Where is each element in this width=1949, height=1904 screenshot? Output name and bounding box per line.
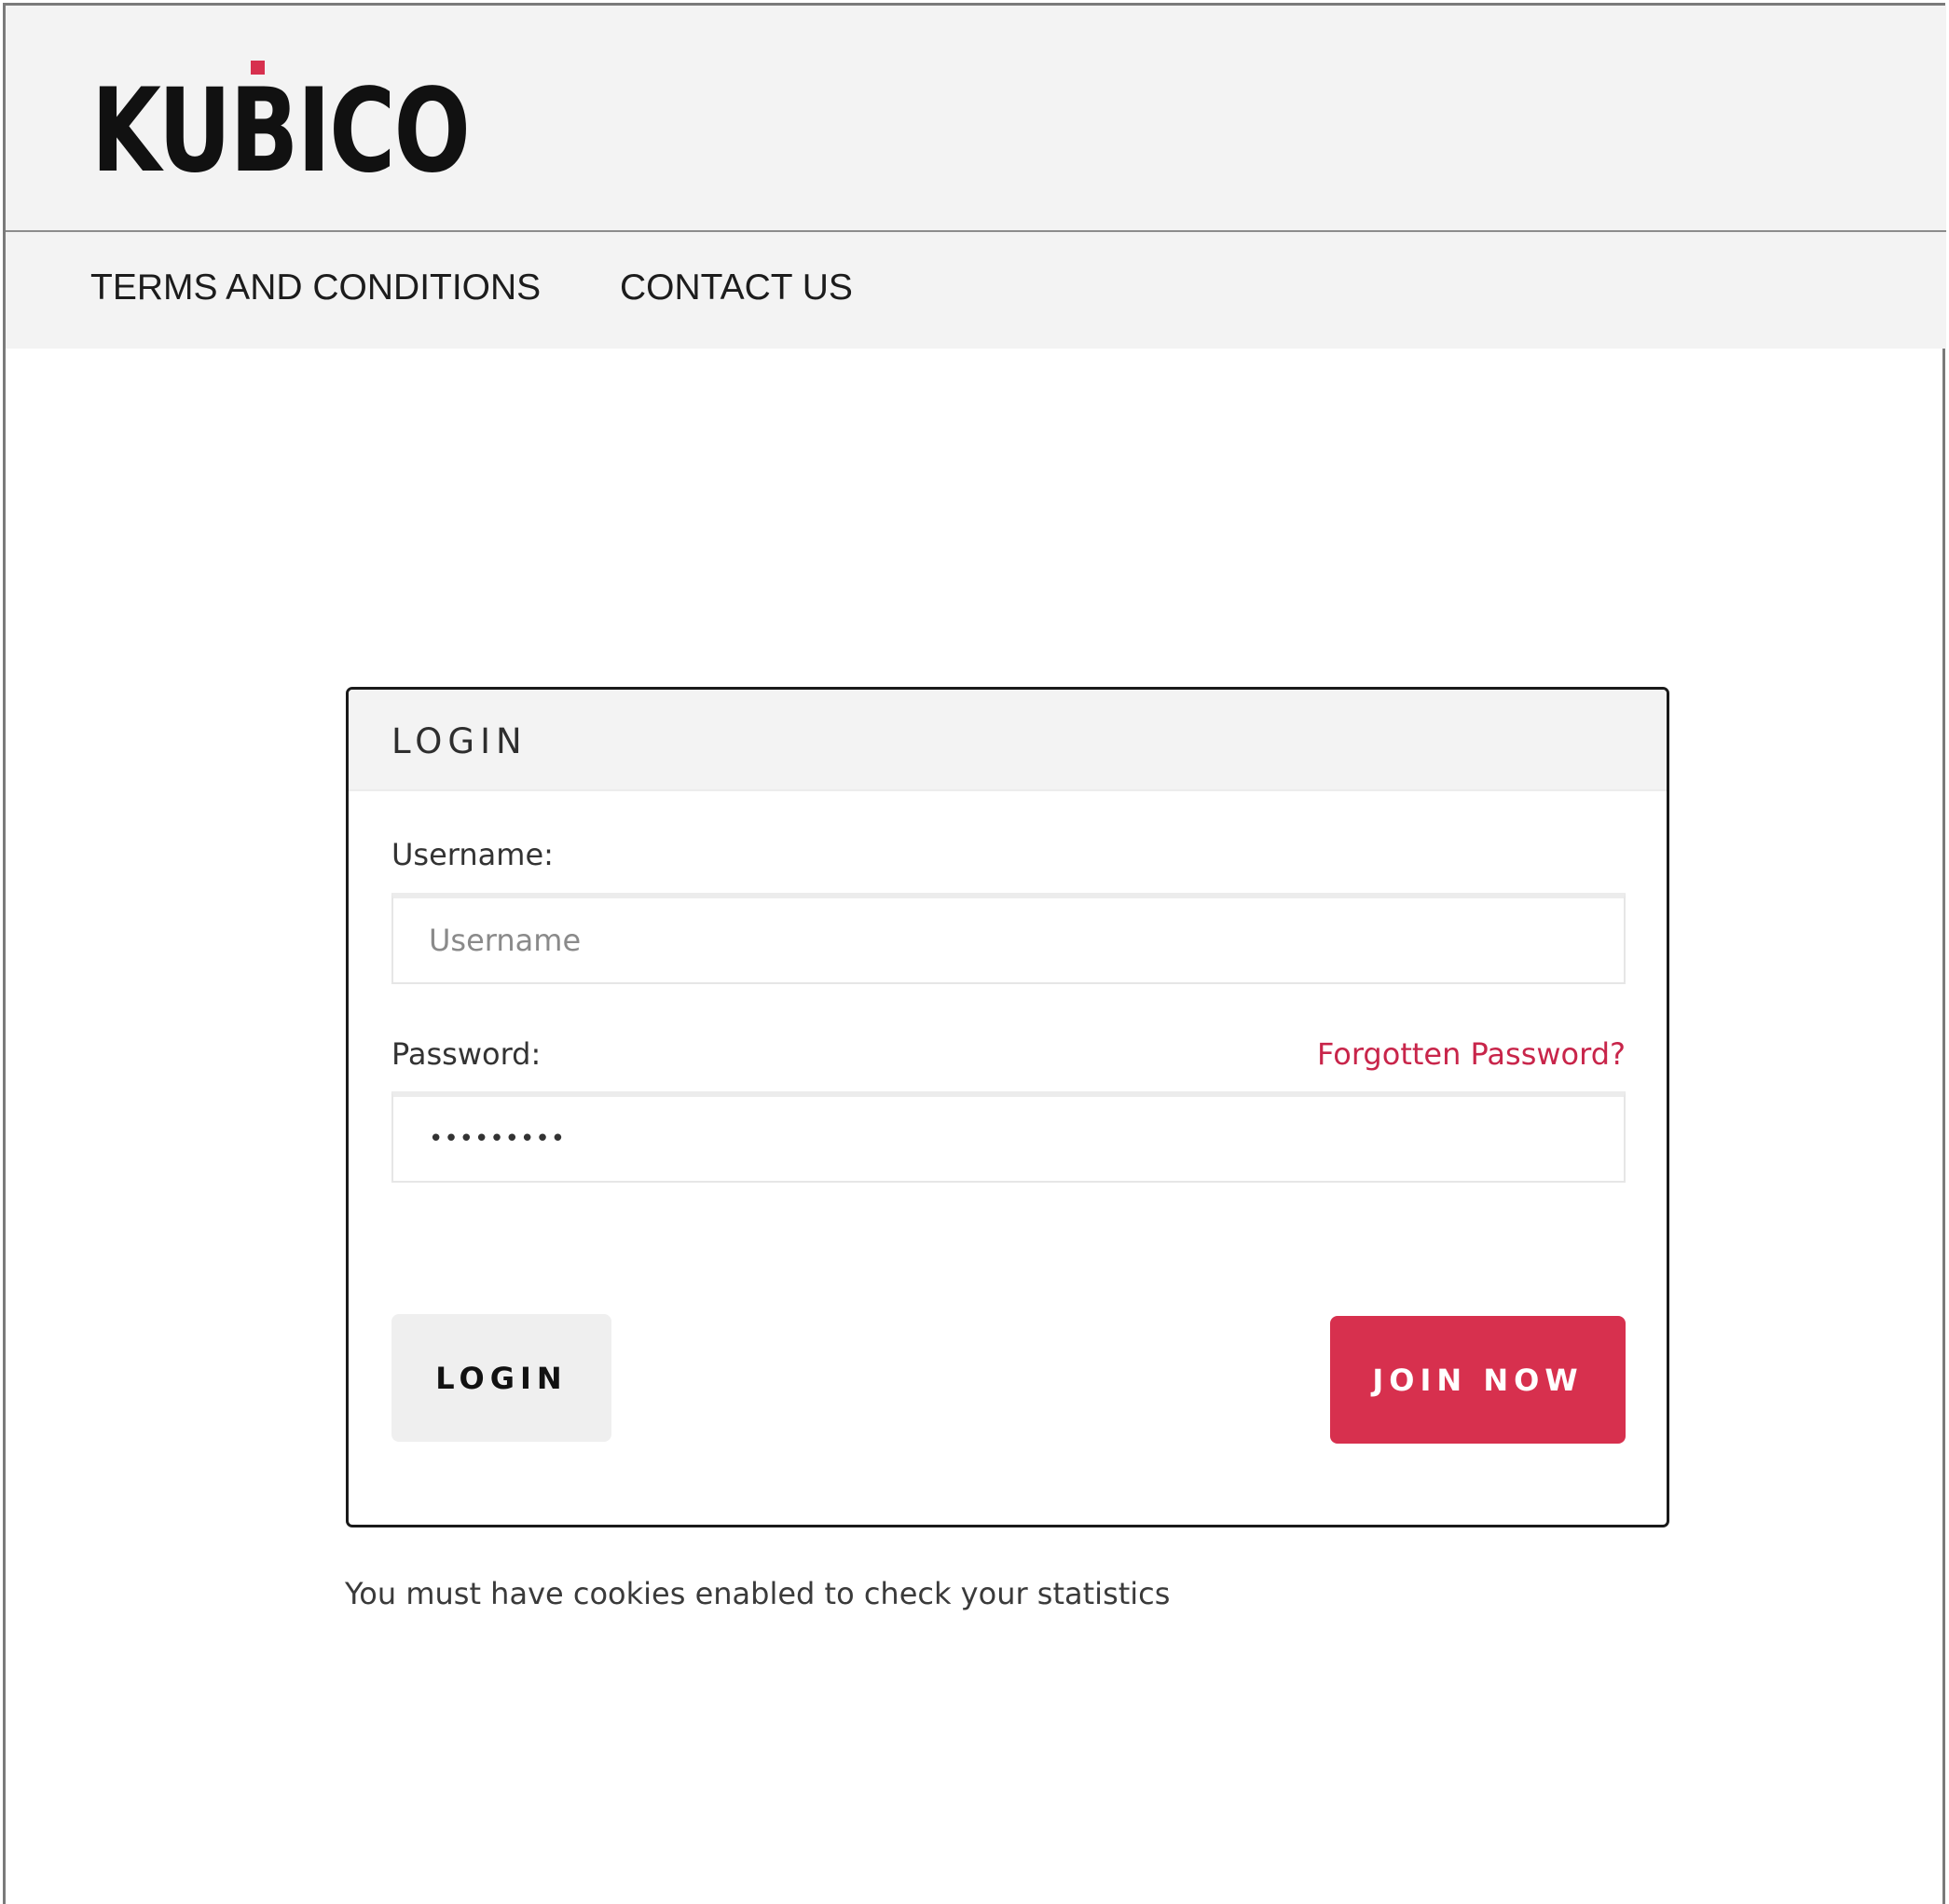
login-panel-header: LOGIN xyxy=(349,690,1667,791)
nav-terms-and-conditions[interactable]: TERMS AND CONDITIONS xyxy=(90,267,541,308)
forgotten-password-link[interactable]: Forgotten Password? xyxy=(1317,1036,1626,1072)
login-panel-title: LOGIN xyxy=(391,721,528,761)
username-label: Username: xyxy=(391,837,554,872)
login-panel: LOGIN Username: Password: Forgotten Pass… xyxy=(346,687,1669,1527)
main-nav: TERMS AND CONDITIONS CONTACT US xyxy=(6,232,1946,349)
site-header: KUBICO xyxy=(6,6,1946,232)
username-input[interactable] xyxy=(391,893,1626,984)
kubico-logo[interactable]: KUBICO xyxy=(91,57,471,189)
join-now-button[interactable]: JOIN NOW xyxy=(1330,1316,1626,1444)
logo-text: KUBICO xyxy=(91,64,471,199)
login-button[interactable]: LOGIN xyxy=(391,1314,611,1442)
password-label: Password: xyxy=(391,1036,542,1072)
nav-contact-us[interactable]: CONTACT US xyxy=(620,267,853,308)
password-input[interactable] xyxy=(391,1091,1626,1183)
cookie-notice: You must have cookies enabled to check y… xyxy=(345,1576,1171,1611)
